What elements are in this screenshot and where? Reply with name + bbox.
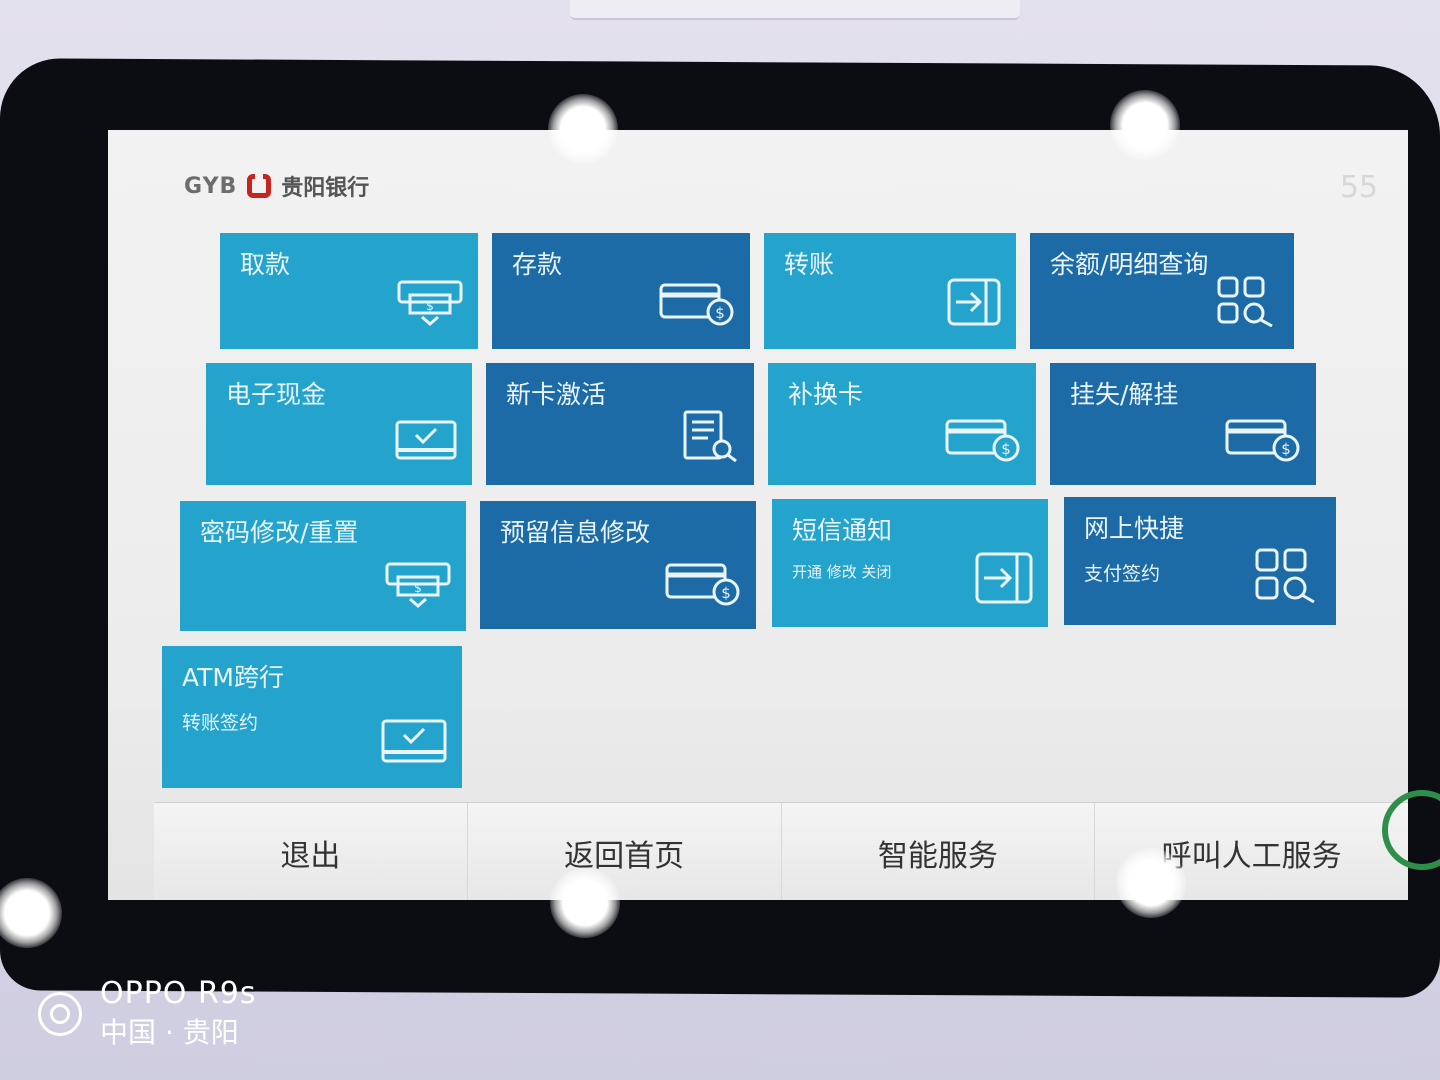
watermark-model: OPPO R9s xyxy=(100,976,257,1011)
countdown-timer: 55 xyxy=(1339,170,1378,205)
tile-label: ATM跨行 xyxy=(182,663,285,692)
grid-search-icon xyxy=(1254,547,1322,607)
tile-label: 存款 xyxy=(512,250,563,279)
card-dollar-icon: $ xyxy=(664,559,742,611)
photo-scene: GYB 贵阳银行 55 取款 $ 存款 $ 转账 余额/明细查询 电子现金 新卡… xyxy=(0,0,1440,1080)
bank-emblem-icon xyxy=(247,174,272,198)
transfer-arrow-icon xyxy=(946,277,1002,331)
tile-label: 短信通知 xyxy=(792,516,893,545)
card-dollar-icon: $ xyxy=(1224,415,1302,467)
tile-label: 取款 xyxy=(240,250,291,279)
cash-dispense-icon: $ xyxy=(384,561,452,613)
tile-atm-interbank[interactable]: ATM跨行 转账签约 xyxy=(162,646,462,788)
tile-label: 新卡激活 xyxy=(506,380,607,409)
tile-label: 密码修改/重置 xyxy=(200,518,359,547)
bank-name: 贵阳银行 xyxy=(281,176,370,201)
light-reflection xyxy=(1110,90,1180,160)
svg-text:$: $ xyxy=(715,304,725,322)
tile-password-change[interactable]: 密码修改/重置 $ xyxy=(180,501,466,631)
light-reflection xyxy=(550,868,620,938)
tile-label: 挂失/解挂 xyxy=(1070,380,1179,409)
watermark-place: 中国 · 贵阳 xyxy=(100,1016,239,1049)
cash-dispense-icon: $ xyxy=(396,279,464,331)
bank-logo: GYB 贵阳银行 xyxy=(184,170,369,202)
svg-text:$: $ xyxy=(1001,440,1011,458)
tile-label: 网上快捷 xyxy=(1084,514,1185,543)
tile-online-quickpay[interactable]: 网上快捷 支付签约 xyxy=(1064,497,1336,625)
tile-sms-notice[interactable]: 短信通知 开通 修改 关闭 xyxy=(772,499,1048,627)
card-dollar-icon: $ xyxy=(658,279,736,331)
light-reflection xyxy=(1116,848,1186,918)
watermark-text: OPPO R9s 中国 · 贵阳 xyxy=(100,976,257,1051)
camera-lens-icon xyxy=(38,991,82,1036)
svg-text:$: $ xyxy=(426,299,434,313)
tile-label: 电子现金 xyxy=(226,380,327,409)
card-dollar-icon: $ xyxy=(944,415,1022,467)
tile-label: 转账 xyxy=(784,250,835,279)
tile-report-loss[interactable]: 挂失/解挂 $ xyxy=(1050,363,1316,485)
tile-withdraw[interactable]: 取款 $ xyxy=(220,233,478,349)
tile-balance-query[interactable]: 余额/明细查询 xyxy=(1030,233,1294,349)
grid-search-icon xyxy=(1216,275,1280,331)
kiosk-housing xyxy=(570,0,1020,20)
logo-abbrev: GYB xyxy=(184,173,238,199)
exit-button[interactable]: 退出 xyxy=(154,803,468,900)
tile-reserved-info[interactable]: 预留信息修改 $ xyxy=(480,501,756,629)
home-button[interactable]: 返回首页 xyxy=(467,803,782,900)
svg-text:$: $ xyxy=(414,581,422,595)
document-search-icon xyxy=(682,409,740,467)
tile-label: 预留信息修改 xyxy=(500,518,651,547)
tile-card-replace[interactable]: 补换卡 $ xyxy=(768,363,1036,485)
camera-watermark: OPPO R9s 中国 · 贵阳 xyxy=(38,976,257,1051)
bottom-nav-bar: 退出 返回首页 智能服务 呼叫人工服务 xyxy=(154,802,1408,900)
tile-label: 补换卡 xyxy=(788,380,864,409)
tile-e-cash[interactable]: 电子现金 xyxy=(206,363,472,485)
card-check-icon xyxy=(380,718,448,770)
tile-transfer[interactable]: 转账 xyxy=(764,233,1016,349)
card-check-icon xyxy=(394,419,458,467)
svg-text:$: $ xyxy=(1281,440,1291,458)
svg-text:$: $ xyxy=(721,584,731,602)
smart-service-button[interactable]: 智能服务 xyxy=(781,803,1096,900)
light-reflection xyxy=(548,94,618,164)
atm-screen: GYB 贵阳银行 55 取款 $ 存款 $ 转账 余额/明细查询 电子现金 新卡… xyxy=(108,130,1408,900)
transfer-arrow-icon xyxy=(974,551,1034,609)
tile-card-activation[interactable]: 新卡激活 xyxy=(486,363,754,485)
tile-deposit[interactable]: 存款 $ xyxy=(492,233,750,349)
